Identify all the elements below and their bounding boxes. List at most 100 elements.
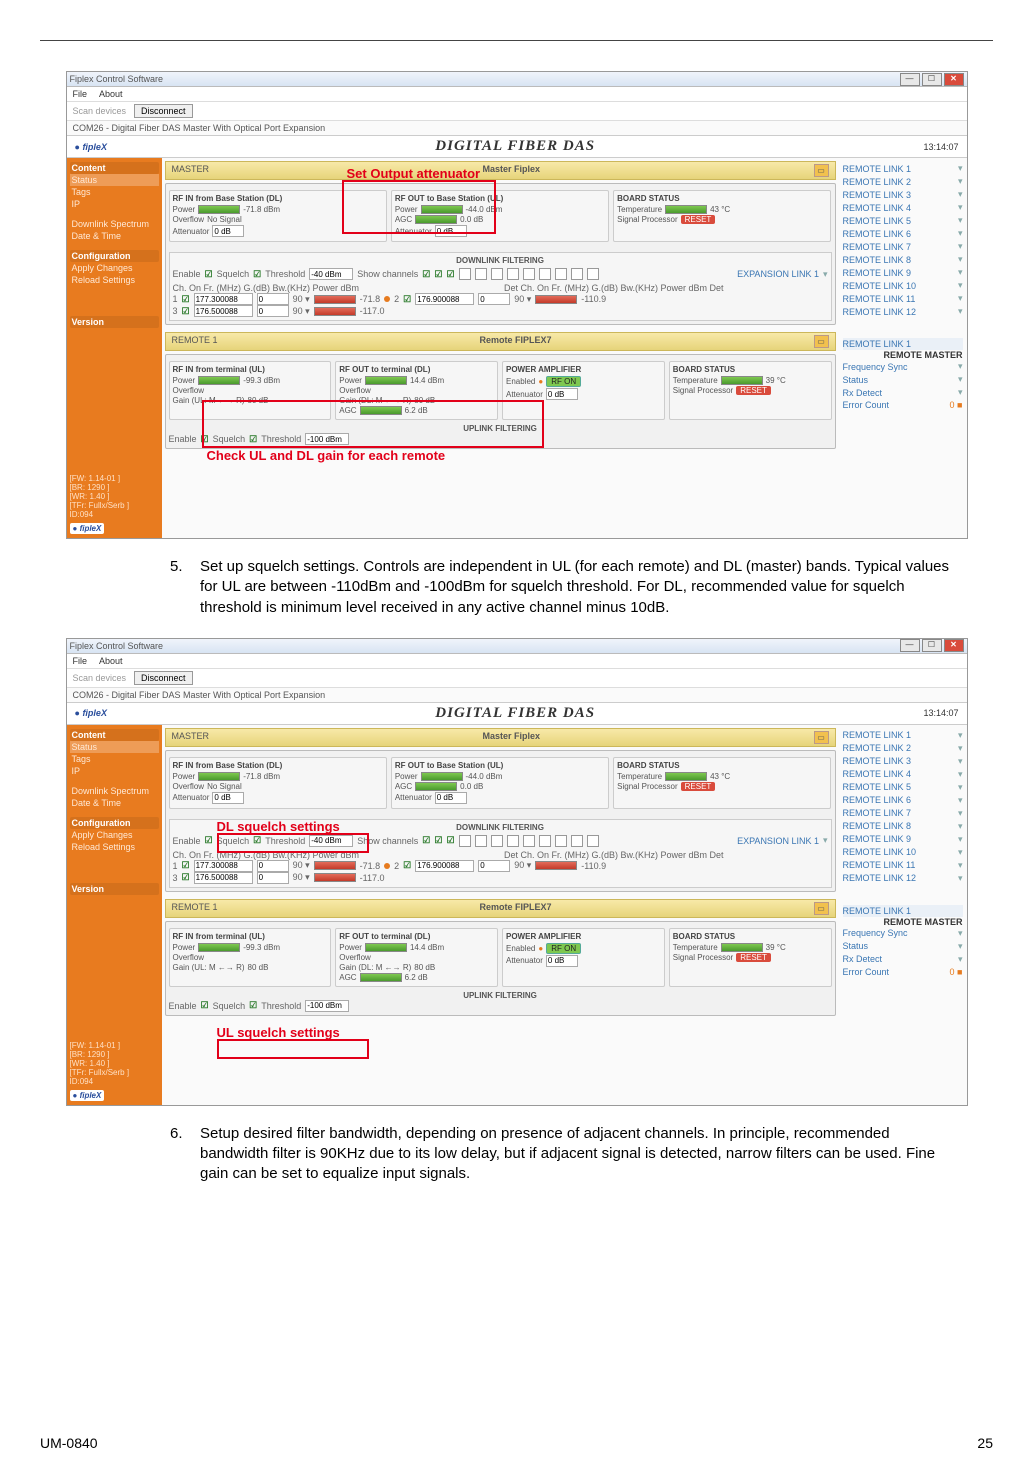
remote-link[interactable]: REMOTE LINK 8▾ [843,820,963,833]
sidebar-config[interactable]: Configuration [70,817,159,829]
sidebar-apply[interactable]: Apply Changes [70,829,159,841]
sidebar-apply[interactable]: Apply Changes [70,262,159,274]
section-remote: REMOTE 1 Remote FIPLEX7 ▭ [165,899,836,918]
window-title: Fiplex Control Software [70,641,164,651]
remote-link[interactable]: REMOTE LINK 7▾ [843,807,963,820]
sidebar-config[interactable]: Configuration [70,250,159,262]
remote-link[interactable]: REMOTE LINK 1▾ [843,162,963,175]
remote-link[interactable]: REMOTE LINK 1▾ [843,729,963,742]
menu-about[interactable]: About [99,656,123,666]
rf-on-toggle[interactable]: RF ON [546,376,581,387]
sidebar-tags[interactable]: Tags [70,753,159,765]
remote-link-selected[interactable]: REMOTE LINK 1 [843,338,963,350]
annot-box-dl-squelch [217,833,369,853]
dl-threshold-input[interactable] [309,268,353,280]
maximize-button[interactable]: ☐ [922,73,942,86]
ver-line2: [BR: 1290 ] [70,483,159,492]
expansion-link[interactable]: EXPANSION LINK 1 [737,836,819,846]
remote-link[interactable]: REMOTE LINK 12▾ [843,872,963,885]
step6-text: Setup desired filter bandwidth, dependin… [200,1124,953,1185]
menubar: File About [67,87,967,102]
remote-link[interactable]: REMOTE LINK 6▾ [843,227,963,240]
sidebar-date[interactable]: Date & Time [70,230,159,242]
remote-link[interactable]: REMOTE LINK 12▾ [843,305,963,318]
remote-link[interactable]: REMOTE LINK 6▾ [843,794,963,807]
rf-on-toggle[interactable]: RF ON [546,943,581,954]
remote-link[interactable]: REMOTE LINK 11▾ [843,859,963,872]
annot-dl-squelch: DL squelch settings [217,819,340,834]
banner-title: DIGITAL FIBER DAS [435,138,595,155]
collapse-icon[interactable]: ▭ [814,731,829,744]
close-button[interactable]: ✕ [944,73,964,86]
sidebar-content[interactable]: Content [70,729,159,741]
sidebar-spectrum[interactable]: Downlink Spectrum [70,785,159,797]
ver-line1: [FW: 1.14-01 ] [70,474,159,483]
sidebar-status[interactable]: Status [70,741,159,753]
remote-link[interactable]: REMOTE LINK 11▾ [843,292,963,305]
remote-link[interactable]: REMOTE LINK 2▾ [843,742,963,755]
section-remote: REMOTE 1 Remote FIPLEX7 ▭ [165,332,836,351]
expansion-link[interactable]: EXPANSION LINK 1 [737,269,819,279]
sidebar-reload[interactable]: Reload Settings [70,274,159,286]
remote-link[interactable]: REMOTE LINK 2▾ [843,175,963,188]
remote-link[interactable]: REMOTE LINK 3▾ [843,188,963,201]
remote-link[interactable]: REMOTE LINK 10▾ [843,279,963,292]
att-dl-input[interactable] [212,225,244,237]
master-label: MASTER [172,164,210,177]
sidebar-reload[interactable]: Reload Settings [70,841,159,853]
fiplex-logo: ● fipleX [75,142,107,152]
sidebar-status[interactable]: Status [70,174,159,186]
sidebar-spectrum[interactable]: Downlink Spectrum [70,218,159,230]
fiplex-logo: ● fipleX [75,708,107,718]
remote-link[interactable]: REMOTE LINK 5▾ [843,214,963,227]
reset-button[interactable]: RESET [681,215,716,224]
collapse-icon[interactable]: ▭ [814,335,829,348]
step5: 5. Set up squelch settings. Controls are… [170,557,953,618]
minimize-button[interactable]: — [900,639,920,652]
sidebar-tags[interactable]: Tags [70,186,159,198]
comport-bar: COM26 - Digital Fiber DAS Master With Op… [67,688,967,703]
remote-link-selected[interactable]: REMOTE LINK 1 [843,905,963,917]
app-header: ● fipleX DIGITAL FIBER DAS 13:14:07 [67,136,967,158]
sidebar-ip[interactable]: IP [70,198,159,210]
menu-file[interactable]: File [73,89,88,99]
remote-link[interactable]: REMOTE LINK 9▾ [843,833,963,846]
disconnect-button[interactable]: Disconnect [134,104,193,118]
remote-link[interactable]: REMOTE LINK 4▾ [843,768,963,781]
maximize-button[interactable]: ☐ [922,639,942,652]
reset-button[interactable]: RESET [681,782,716,791]
sidebar-ip[interactable]: IP [70,765,159,777]
remote-link[interactable]: REMOTE LINK 10▾ [843,846,963,859]
step6: 6. Setup desired filter bandwidth, depen… [170,1124,953,1185]
remote-link[interactable]: REMOTE LINK 9▾ [843,266,963,279]
remote-master-label: REMOTE MASTER [843,350,963,360]
remote-link-list: REMOTE LINK 1▾ REMOTE LINK 2▾ REMOTE LIN… [839,725,967,1105]
remote-link[interactable]: REMOTE LINK 3▾ [843,755,963,768]
menubar: File About [67,654,967,669]
clock: 13:14:07 [923,708,958,718]
disconnect-button[interactable]: Disconnect [134,671,193,685]
close-button[interactable]: ✕ [944,639,964,652]
step5-num: 5. [170,557,200,618]
sidebar-content[interactable]: Content [70,162,159,174]
sidebar-version: Version [70,316,159,328]
menu-file[interactable]: File [73,656,88,666]
menu-about[interactable]: About [99,89,123,99]
annot-ul-squelch: UL squelch settings [217,1025,340,1040]
collapse-icon[interactable]: ▭ [814,902,829,915]
remote-link[interactable]: REMOTE LINK 4▾ [843,201,963,214]
master-name: Master Fiplex [209,164,813,177]
sidebar-date[interactable]: Date & Time [70,797,159,809]
ver-line3: [WR: 1.40 ] [70,492,159,501]
remote-link[interactable]: REMOTE LINK 7▾ [843,240,963,253]
ch-header-right: Det Ch. On Fr. (MHz) G.(dB) Bw.(KHz) Pow… [504,283,828,293]
remote-link[interactable]: REMOTE LINK 8▾ [843,253,963,266]
remote-link[interactable]: REMOTE LINK 5▾ [843,781,963,794]
minimize-button[interactable]: — [900,73,920,86]
dl-filtering-title: DOWNLINK FILTERING [173,256,828,265]
sidebar: Content Status Tags IP Downlink Spectrum… [67,158,162,538]
collapse-icon[interactable]: ▭ [814,164,829,177]
ul-threshold-input[interactable] [305,1000,349,1012]
reset-button-remote[interactable]: RESET [736,953,771,962]
reset-button-remote[interactable]: RESET [736,386,771,395]
